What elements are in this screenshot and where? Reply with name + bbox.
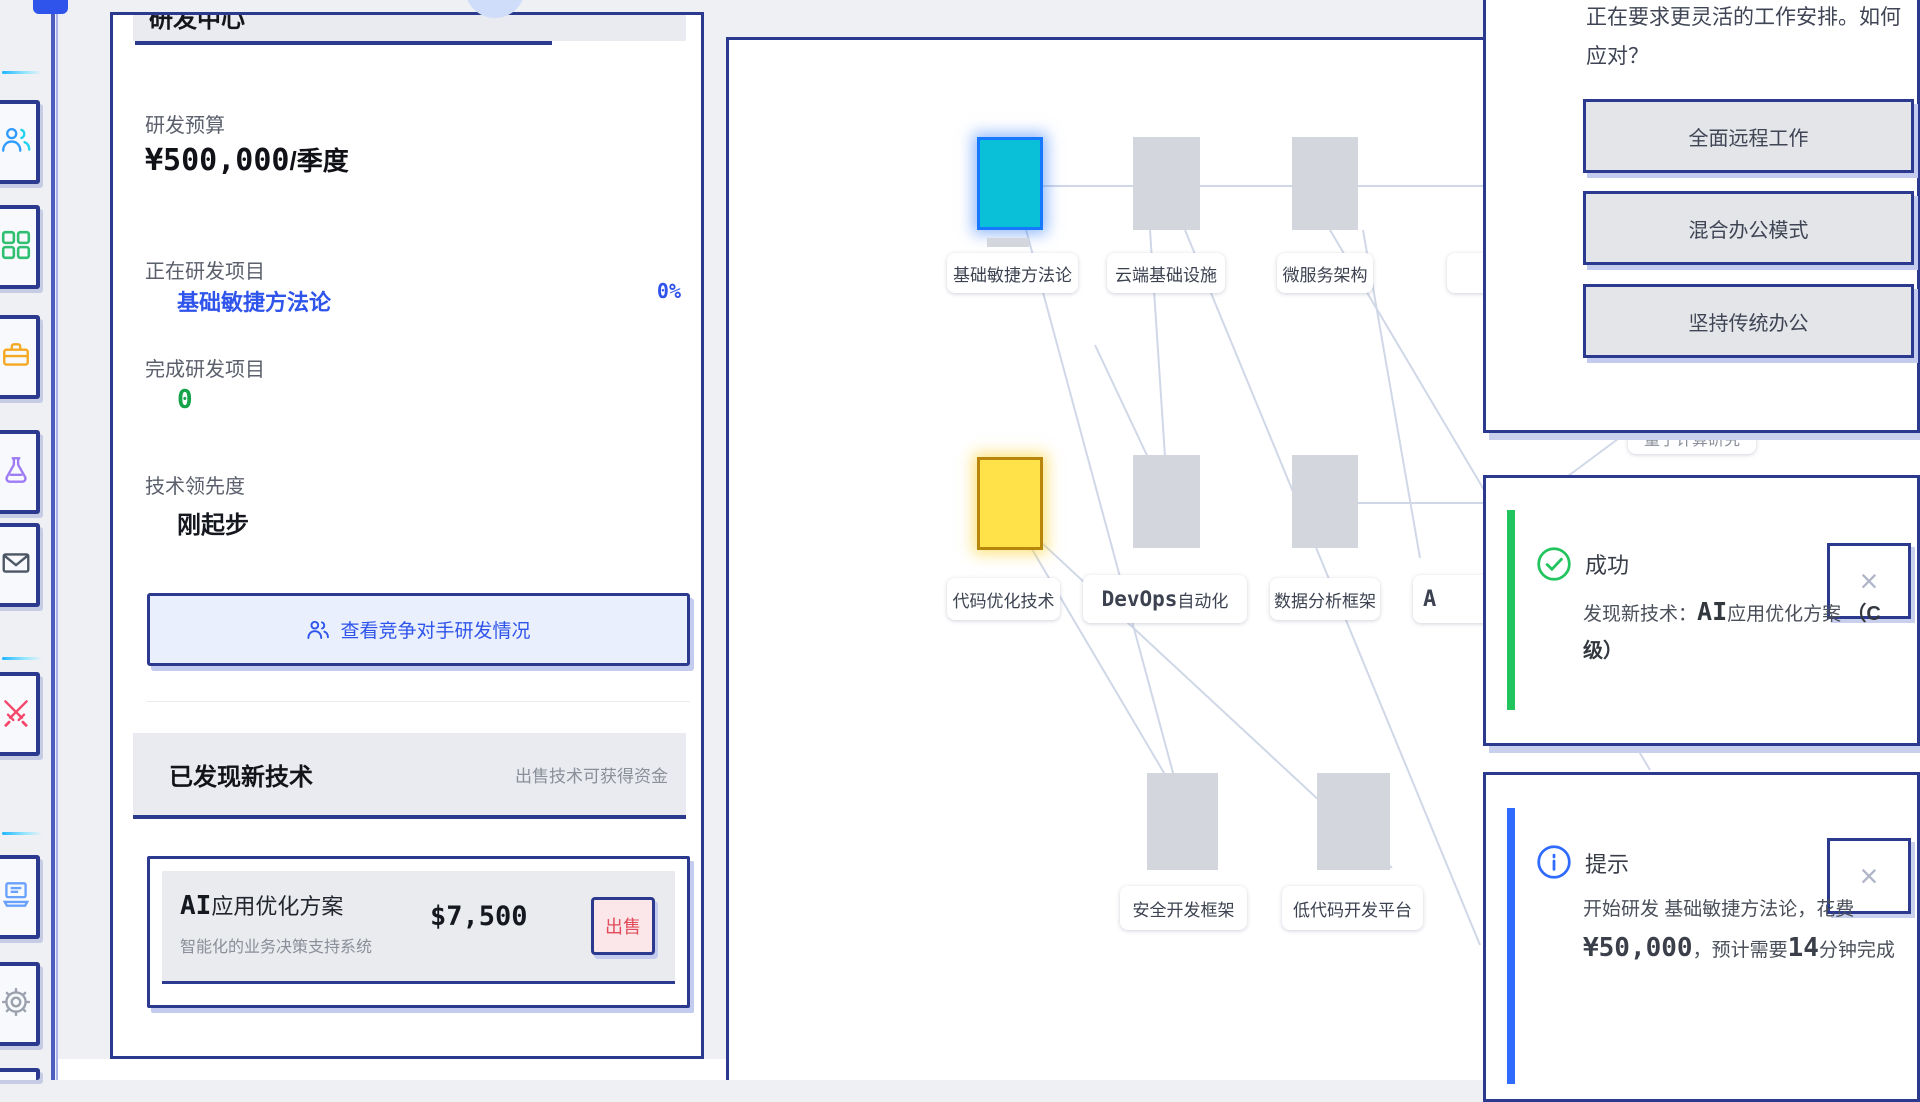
tech-desc: 智能化的业务决策支持系统 (180, 933, 372, 957)
completed-value: 0 (177, 385, 193, 415)
tech-label-text: 云端基础设施 (1115, 261, 1217, 286)
app-logo[interactable] (33, 0, 68, 14)
panel-bottom-gap (58, 1059, 726, 1080)
budget-amount: ¥500,000 (145, 143, 290, 178)
discovered-tech-hint: 出售技术可获得资金 (515, 762, 668, 787)
toast-body-text: ，预计需要 (1693, 940, 1788, 961)
section-divider (147, 701, 690, 702)
view-competitor-rd-button[interactable]: 查看竞争对手研发情况 (147, 593, 690, 666)
tech-label-data-analysis: 数据分析框架 (1270, 578, 1380, 620)
toast-body-mono: AI (1697, 597, 1727, 626)
toast-body-text: 应用优化方案 (1727, 604, 1846, 625)
tech-name: AI应用优化方案 (180, 889, 343, 921)
discovered-tech-card-inner: AI应用优化方案 智能化的业务决策支持系统 $7,500 出售 (162, 871, 675, 984)
view-competitor-rd-label: 查看竞争对手研发情况 (340, 616, 530, 643)
event-dialog-message-line: 应对？ (1586, 38, 1916, 77)
people-icon (306, 618, 330, 642)
toast-accent-bar (1507, 808, 1515, 1084)
tech-node-microservice[interactable] (1292, 137, 1358, 230)
tech-label-text: 低代码开发平台 (1293, 896, 1412, 921)
tech-label-text-mono: DevOps (1102, 587, 1178, 611)
toast-body-text: 分钟完成 (1819, 940, 1895, 961)
discovered-tech-card: AI应用优化方案 智能化的业务决策支持系统 $7,500 出售 (147, 856, 690, 1008)
tech-node-code-opt[interactable] (977, 457, 1043, 550)
discovered-tech-header: 已发现新技术 出售技术可获得资金 (133, 733, 686, 819)
panel-header-underline (135, 41, 552, 45)
tech-node-security[interactable] (1147, 773, 1218, 870)
sidebar-divider-line (51, 0, 55, 1080)
tech-node-lowcode[interactable] (1317, 773, 1390, 870)
toast-info-body: 开始研发 基础敏捷方法论，花费 ¥50,000，预计需要14分钟完成 (1583, 893, 1903, 972)
tech-name-cjk: 应用优化方案 (211, 894, 343, 919)
discovered-tech-title: 已发现新技术 (169, 757, 313, 792)
check-circle-icon (1535, 545, 1573, 588)
rd-center-panel: 研发中心 研发预算 ¥500,000/季度 正在研发项目 基础敏捷方法论 0% … (110, 12, 704, 1059)
tech-lead-label: 技术领先度 (145, 470, 245, 499)
tech-label-security: 安全开发框架 (1120, 886, 1247, 930)
close-icon: × (1860, 858, 1879, 895)
budget-value: ¥500,000/季度 (145, 141, 349, 178)
dialog-option-hybrid-office[interactable]: 混合办公模式 (1583, 191, 1914, 265)
panel-header-band: 研发中心 (133, 15, 686, 41)
tech-label-microservice: 微服务架构 (1277, 253, 1373, 293)
tech-label-text: 微服务架构 (1283, 261, 1368, 286)
tech-label-text: 基础敏捷方法论 (953, 261, 1072, 286)
dialog-option-remote-work[interactable]: 全面远程工作 (1583, 99, 1914, 173)
sell-tech-button[interactable]: 出售 (591, 897, 655, 955)
tech-label-text: 数据分析框架 (1274, 587, 1376, 612)
toast-success: 成功 × 发现新技术：AI应用优化方案 （C级） (1483, 475, 1920, 746)
event-dialog: 正在要求更灵活的工作安排。如何 应对？ 全面远程工作 混合办公模式 坚持传统办公 (1483, 0, 1920, 433)
toast-body-cost: ¥50,000 (1583, 933, 1693, 963)
tech-label-code-opt: 代码优化技术 (947, 578, 1060, 620)
tech-node-cloud[interactable] (1133, 137, 1200, 230)
toast-body-minutes: 14 (1788, 933, 1819, 963)
tech-node-devops[interactable] (1133, 455, 1200, 548)
tech-label-text: 代码优化技术 (953, 587, 1055, 612)
tech-node-data-analysis[interactable] (1292, 455, 1358, 548)
event-dialog-message: 正在要求更灵活的工作安排。如何 应对？ (1586, 0, 1916, 77)
toast-info: 提示 × 开始研发 基础敏捷方法论，花费 ¥50,000，预计需要14分钟完成 (1483, 772, 1920, 1102)
tech-node-agile[interactable] (977, 137, 1043, 230)
toast-info-title: 提示 (1585, 847, 1629, 879)
current-project-label: 正在研发项目 (145, 255, 265, 284)
tech-node-progress-track (987, 238, 1029, 247)
budget-period: /季度 (290, 146, 349, 176)
tech-label-agile: 基础敏捷方法论 (947, 253, 1078, 293)
current-project-progress: 0% (657, 279, 681, 303)
tech-lead-value: 刚起步 (177, 505, 249, 540)
info-circle-icon (1535, 843, 1573, 886)
toast-body-text: 发现新技术： (1583, 604, 1697, 625)
tech-name-mono: AI (180, 891, 211, 921)
sidebar-divider-line-light (56, 0, 58, 1080)
toast-success-body: 发现新技术：AI应用优化方案 （C级） (1583, 590, 1893, 669)
current-project-link[interactable]: 基础敏捷方法论 (177, 285, 331, 317)
completed-label: 完成研发项目 (145, 353, 265, 382)
panel-header-title: 研发中心 (149, 15, 245, 34)
event-dialog-message-line: 正在要求更灵活的工作安排。如何 (1586, 0, 1916, 38)
tech-label-cloud: 云端基础设施 (1107, 253, 1225, 293)
toast-body-text: ，花费 (1797, 899, 1854, 920)
toast-body-project: 基础敏捷方法论 (1664, 899, 1797, 920)
tech-label-text: 自动化 (1177, 587, 1228, 612)
tech-label-text: 安全开发框架 (1133, 896, 1235, 921)
tech-label-lowcode: 低代码开发平台 (1282, 886, 1423, 930)
tech-label-devops: DevOps自动化 (1083, 575, 1247, 623)
toast-accent-bar (1507, 510, 1515, 710)
toast-body-text: 开始研发 (1583, 899, 1664, 920)
tech-price: $7,500 (430, 901, 528, 932)
dialog-option-traditional-office[interactable]: 坚持传统办公 (1583, 284, 1914, 358)
toast-success-title: 成功 (1585, 548, 1629, 580)
tech-label-text-mono: A (1423, 587, 1436, 612)
budget-label: 研发预算 (145, 109, 225, 138)
